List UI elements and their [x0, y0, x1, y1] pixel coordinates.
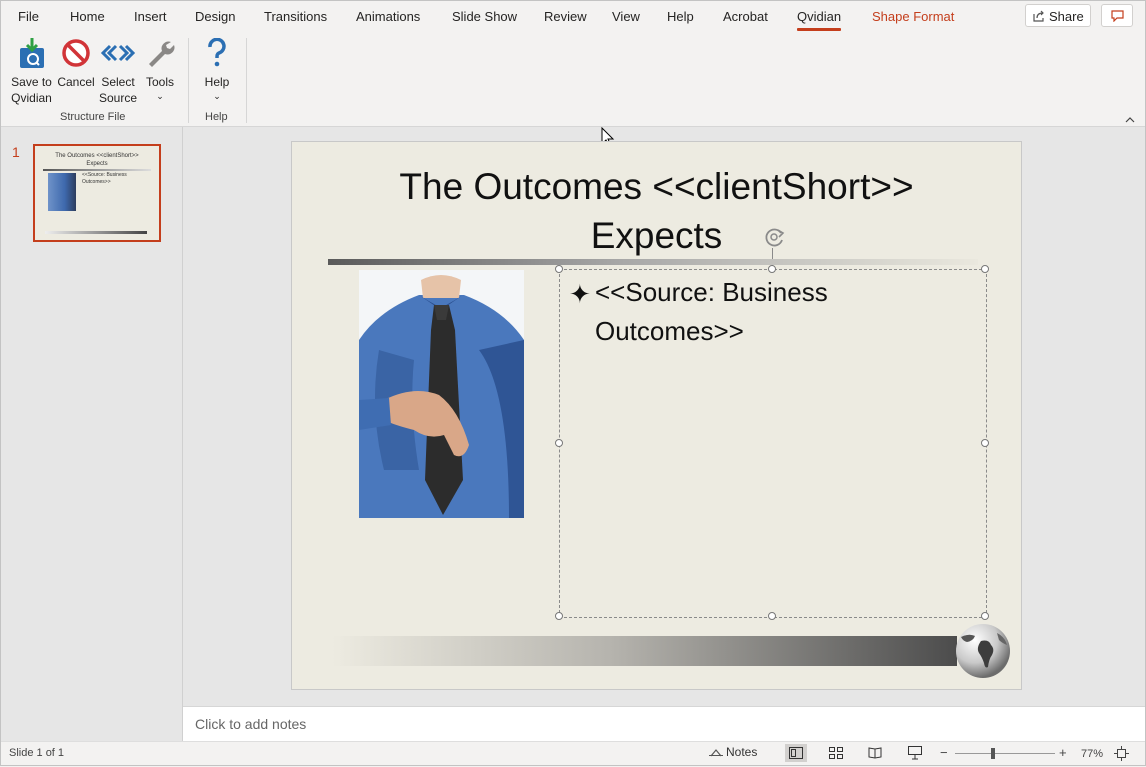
tab-view[interactable]: View: [612, 9, 640, 24]
cancel-label: Cancel: [57, 75, 95, 89]
resize-handle-right[interactable]: [981, 439, 989, 447]
wrench-icon: [149, 41, 175, 67]
bullet-star-icon: ✦: [569, 279, 591, 309]
slide-sorter-view-button[interactable]: [825, 744, 847, 762]
thumbnail-title-bar: [43, 169, 151, 171]
status-bar: [0, 741, 1146, 767]
save-to-qvidian-icon: [19, 38, 44, 68]
slide-canvas[interactable]: The Outcomes <<clientShort>> Expects ✦ <…: [291, 141, 1022, 690]
fit-to-window-icon[interactable]: [1114, 746, 1129, 761]
reading-view-icon: [868, 747, 882, 759]
slide-title[interactable]: The Outcomes <<clientShort>> Expects: [292, 162, 1021, 260]
handshake-photo[interactable]: [359, 270, 524, 518]
tab-shape-format[interactable]: Shape Format: [872, 9, 954, 24]
zoom-out-button[interactable]: −: [940, 745, 948, 760]
notes-icon: [709, 746, 723, 757]
tab-home[interactable]: Home: [70, 9, 105, 24]
thumbnail-title: The Outcomes <<clientShort>> Expects: [55, 153, 139, 167]
tab-acrobat[interactable]: Acrobat: [723, 9, 768, 24]
resize-handle-left[interactable]: [555, 439, 563, 447]
ribbon-separator: [246, 38, 247, 123]
resize-handle-top[interactable]: [768, 265, 776, 273]
group-label-help: Help: [205, 111, 228, 123]
tab-slide-show[interactable]: Slide Show: [452, 9, 517, 24]
thumbnail-content: <<Source: Business Outcomes>>: [82, 172, 127, 185]
normal-view-icon: [789, 747, 803, 759]
globe-icon: [956, 624, 1010, 678]
cancel-button[interactable]: Cancel: [57, 36, 95, 96]
share-button[interactable]: Share: [1025, 4, 1091, 27]
normal-view-button[interactable]: [785, 744, 807, 762]
help-button[interactable]: Help ⌄: [198, 36, 236, 106]
slide-show-view-button[interactable]: [904, 744, 926, 762]
group-label-structure-file: Structure File: [60, 111, 126, 123]
notes-toggle-button[interactable]: Notes: [709, 745, 757, 759]
resize-handle-top-right[interactable]: [981, 265, 989, 273]
save-to-qvidian-label: Save to Qvidian: [11, 75, 52, 105]
footer-gradient-bar: [332, 636, 957, 666]
cancel-icon: [62, 39, 90, 67]
zoom-slider-thumb[interactable]: [991, 748, 995, 759]
help-question-icon: [208, 38, 226, 67]
comment-icon: [1111, 10, 1124, 22]
select-source-icon: [101, 44, 135, 62]
tab-file[interactable]: File: [18, 9, 39, 24]
resize-handle-bottom[interactable]: [768, 612, 776, 620]
collapse-ribbon-icon[interactable]: [1125, 114, 1135, 126]
resize-handle-bottom-right[interactable]: [981, 612, 989, 620]
tab-design[interactable]: Design: [195, 9, 235, 24]
zoom-in-button[interactable]: +: [1059, 745, 1067, 760]
tab-transitions[interactable]: Transitions: [264, 9, 327, 24]
slide-show-icon: [908, 746, 922, 760]
notes-label: Notes: [726, 745, 758, 759]
zoom-level[interactable]: 77%: [1081, 748, 1103, 760]
select-source-button[interactable]: Select Source: [97, 36, 139, 106]
save-to-qvidian-button[interactable]: Save to Qvidian: [8, 36, 55, 106]
thumbnail-footer-bar: [45, 231, 147, 234]
help-dropdown-chevron-icon: ⌄: [213, 91, 221, 101]
menu-tabs: File Home Insert Design Transitions Anim…: [0, 0, 1146, 33]
resize-handle-bottom-left[interactable]: [555, 612, 563, 620]
tools-button[interactable]: Tools ⌄: [141, 36, 179, 106]
slide-content-text[interactable]: <<Source: Business Outcomes>>: [595, 273, 955, 351]
select-source-label: Select Source: [98, 75, 138, 105]
resize-handle-top-left[interactable]: [555, 265, 563, 273]
tab-help[interactable]: Help: [667, 9, 694, 24]
slide-sorter-icon: [829, 747, 843, 759]
rotate-handle-icon[interactable]: [762, 226, 788, 248]
ribbon-separator: [188, 38, 189, 123]
notes-pane[interactable]: [183, 706, 1146, 742]
share-icon: [1033, 10, 1044, 22]
tab-review[interactable]: Review: [544, 9, 587, 24]
tab-animations[interactable]: Animations: [356, 9, 420, 24]
comments-button[interactable]: [1101, 4, 1133, 27]
slide-thumbnail[interactable]: The Outcomes <<clientShort>> Expects <<S…: [33, 144, 161, 242]
tab-qvidian[interactable]: Qvidian: [797, 9, 842, 31]
thumbnail-photo: [48, 173, 76, 211]
reading-view-button[interactable]: [864, 744, 886, 762]
tab-insert[interactable]: Insert: [134, 9, 167, 24]
title-underline-bar: [328, 259, 978, 265]
zoom-slider[interactable]: [955, 753, 1055, 754]
share-label: Share: [1049, 9, 1084, 24]
notes-placeholder[interactable]: Click to add notes: [195, 716, 306, 732]
slide-count-indicator: Slide 1 of 1: [9, 747, 65, 759]
tools-dropdown-chevron-icon: ⌄: [156, 91, 164, 101]
slide-number: 1: [12, 144, 20, 160]
